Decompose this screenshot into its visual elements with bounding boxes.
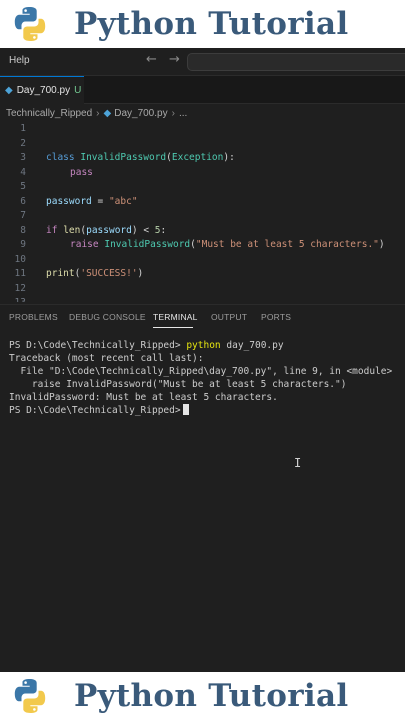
code-line: 11 print('SUCCESS!') — [0, 267, 405, 281]
banner-title: Python Tutorial — [74, 6, 349, 42]
editor-tab-bar: ◆ Day_700.py U — [0, 76, 405, 104]
terminal-line: raise InvalidPassword("Must be at least … — [9, 379, 347, 390]
tab-debug-console[interactable]: DEBUG CONSOLE — [69, 312, 146, 322]
tab-label: Day_700.py — [16, 85, 71, 96]
terminal-prompt-line: PS D:\Code\Technically_Ripped> — [9, 404, 189, 417]
tab-problems[interactable]: PROBLEMS — [9, 312, 58, 322]
code-line: 8 if len(password) < 5: — [0, 224, 405, 238]
line-number: 3 — [20, 152, 26, 163]
breadcrumb: Technically_Ripped › ◆ Day_700.py › ... — [0, 104, 405, 122]
bottom-banner: Python Tutorial — [0, 672, 405, 720]
line-number: 2 — [20, 137, 26, 149]
chevron-right-icon: › — [96, 107, 100, 119]
code-line: 7 — [0, 209, 405, 223]
terminal-line: File "D:\Code\Technically_Ripped\day_700… — [9, 366, 393, 377]
code-line: 2 — [0, 137, 405, 151]
banner-title: Python Tutorial — [74, 678, 349, 714]
breadcrumb-folder[interactable]: Technically_Ripped — [6, 108, 92, 119]
forward-arrow-icon[interactable]: → — [169, 52, 180, 67]
text-cursor-icon: I — [294, 456, 302, 470]
code-text: print('SUCCESS!') — [46, 268, 144, 279]
menu-help[interactable]: Help — [9, 55, 30, 66]
code-text: pass — [70, 166, 93, 178]
panel-tab-bar: PROBLEMS DEBUG CONSOLE TERMINAL OUTPUT P… — [0, 304, 405, 330]
code-line: 4 pass — [0, 166, 405, 180]
code-editor[interactable]: 1 2 3 class InvalidPassword(Exception): 4… — [0, 122, 405, 302]
terminal-line: Traceback (most recent call last): — [9, 353, 204, 364]
code-text: password = "abc" — [46, 195, 138, 207]
line-number: 11 — [14, 268, 26, 279]
tab-output[interactable]: OUTPUT — [211, 312, 247, 322]
back-arrow-icon[interactable]: ← — [146, 52, 157, 67]
tab-terminal[interactable]: TERMINAL — [153, 312, 198, 322]
breadcrumb-more[interactable]: ... — [179, 108, 187, 119]
code-line: 1 — [0, 122, 405, 136]
terminal-cursor — [182, 404, 189, 415]
line-number: 5 — [20, 181, 26, 192]
nav-arrows: ← → — [146, 52, 188, 67]
active-tab-indicator — [153, 327, 193, 328]
tab-ports[interactable]: PORTS — [261, 312, 291, 322]
line-number: 10 — [14, 253, 26, 265]
code-line: 13 — [0, 296, 405, 302]
code-line: 5 — [0, 180, 405, 194]
python-logo-icon — [14, 7, 46, 41]
tab-day-700[interactable]: ◆ Day_700.py U — [0, 76, 84, 104]
code-text: class InvalidPassword(Exception): — [46, 152, 235, 163]
title-bar: Help ← → — [0, 48, 405, 76]
terminal-output[interactable]: PS D:\Code\Technically_Ripped> python da… — [0, 336, 405, 666]
python-logo-icon — [14, 679, 46, 713]
code-text: raise InvalidPassword("Must be at least … — [70, 239, 385, 250]
chevron-right-icon: › — [171, 107, 175, 119]
terminal-command-line: PS D:\Code\Technically_Ripped> python da… — [9, 340, 284, 351]
line-number: 8 — [20, 224, 26, 236]
line-number: 6 — [20, 195, 26, 207]
tab-untracked-status: U — [74, 85, 82, 96]
line-number: 4 — [20, 166, 26, 178]
code-line: 9 raise InvalidPassword("Must be at least… — [0, 238, 405, 252]
terminal-line: InvalidPassword: Must be at least 5 char… — [9, 392, 278, 403]
line-number: 7 — [20, 210, 26, 221]
line-number: 1 — [20, 123, 26, 134]
code-line: 10 — [0, 253, 405, 267]
breadcrumb-file[interactable]: Day_700.py — [114, 108, 167, 119]
vscode-window: Help ← → ◆ Day_700.py U Technically_Ripp… — [0, 48, 405, 672]
line-number: 13 — [0, 296, 26, 302]
command-center-search[interactable] — [187, 53, 405, 71]
code-text: if len(password) < 5: — [46, 224, 167, 236]
python-file-icon: ◆ — [103, 107, 112, 119]
python-file-icon: ◆ — [5, 85, 13, 96]
line-number: 12 — [14, 282, 26, 294]
code-line: 12 — [0, 282, 405, 296]
code-line: 6 password = "abc" — [0, 195, 405, 209]
line-number: 9 — [20, 239, 26, 250]
code-line: 3 class InvalidPassword(Exception): — [0, 151, 405, 165]
top-banner: Python Tutorial — [0, 0, 405, 48]
